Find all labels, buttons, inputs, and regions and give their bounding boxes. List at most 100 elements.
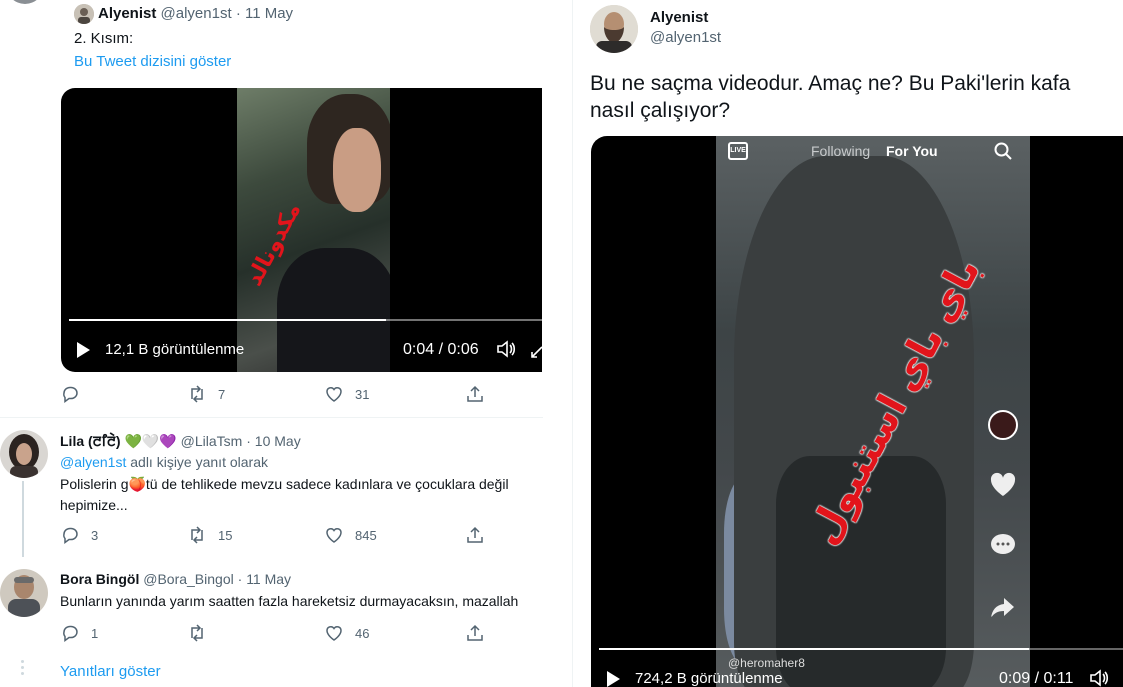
reply-icon xyxy=(63,527,78,544)
video-subject-face xyxy=(333,128,381,212)
timeline-column: Alyenist @alyen1st · 11 May 2. Kısım: Bu… xyxy=(0,0,543,687)
author-handle[interactable]: @Bora_Bingol xyxy=(143,571,234,587)
comment-icon xyxy=(991,534,1015,554)
video-frame: مكدونالد xyxy=(237,88,390,372)
reply-count: 3 xyxy=(91,527,99,543)
share-arrow-icon xyxy=(991,598,1014,618)
retweet-button[interactable] xyxy=(188,624,218,642)
retweet-icon xyxy=(191,526,203,544)
video-progress-fill xyxy=(69,319,386,321)
reply-header: Lila (ꯂꯤꯂꯥ) 💚🤍💜 @LilaTsm · 10 May xyxy=(60,432,301,451)
reply-header: Bora Bingöl @Bora_Bingol · 11 May xyxy=(60,571,291,587)
avatar[interactable] xyxy=(74,4,94,24)
tweet-text-line: Bunların yanında yarım saatten fazla har… xyxy=(60,593,519,609)
view-count: 724,2 B görüntülenme xyxy=(635,670,783,687)
author-handle[interactable]: @alyen1st xyxy=(161,5,232,22)
video-player[interactable]: مكدونالد 12,1 B görüntülenme 0:04 / 0:06 xyxy=(61,88,542,372)
show-thread-link[interactable]: Bu Tweet dizisini göster xyxy=(74,53,231,70)
reply-button[interactable] xyxy=(61,385,91,403)
replying-to: @alyen1st adlı kişiye yanıt olarak xyxy=(60,452,268,473)
mention-link[interactable]: @alyen1st xyxy=(60,454,126,470)
replying-to-label: adlı kişiye yanıt olarak xyxy=(130,454,268,470)
tiktok-top-bar: LIVE Following For You xyxy=(716,136,1030,170)
heart-icon xyxy=(990,472,1016,496)
tweet[interactable]: Alyenist @alyen1st · 11 May 2. Kısım: Bu… xyxy=(0,0,543,418)
video-time: 0:09 / 0:11 xyxy=(999,670,1074,687)
tweet-text-line: Polislerin g🍑tü de tehlikede mevzu sadec… xyxy=(60,476,509,492)
video-player[interactable]: باي باي استنبول LIVE Following For You @… xyxy=(591,136,1123,687)
separator-dot: · xyxy=(246,433,251,449)
avatar[interactable] xyxy=(0,430,48,478)
share-button[interactable] xyxy=(466,624,484,642)
retweet-icon xyxy=(191,385,203,403)
play-icon[interactable] xyxy=(77,342,90,358)
heart-icon xyxy=(326,528,342,543)
video-frame: باي باي استنبول LIVE Following For You @… xyxy=(716,136,1030,687)
video-subject-jacket xyxy=(277,248,390,372)
retweet-button[interactable]: 15 xyxy=(188,526,232,544)
share-icon xyxy=(467,624,483,641)
tweet-actions: 1 46 xyxy=(61,624,531,644)
heart-icon xyxy=(326,626,342,641)
avatar[interactable] xyxy=(0,569,48,617)
view-count: 12,1 B görüntülenme xyxy=(105,341,245,358)
author-name[interactable]: Bora Bingöl xyxy=(60,571,139,587)
author-name[interactable]: Alyenist xyxy=(98,5,156,22)
author-name[interactable]: Lila (ꯂꯤꯂꯥ) xyxy=(60,433,121,449)
tiktok-profile-avatar xyxy=(988,410,1018,440)
author-handle[interactable]: @alyen1st xyxy=(650,29,721,46)
like-count: 845 xyxy=(355,527,377,543)
reply-button[interactable]: 3 xyxy=(61,526,98,544)
tweet-text-line: hepimize... xyxy=(60,497,128,513)
tiktok-following-label: Following xyxy=(811,143,871,159)
like-button[interactable]: 31 xyxy=(325,385,369,403)
author-name[interactable]: Alyenist xyxy=(650,9,708,26)
share-icon xyxy=(467,526,483,543)
retweet-count: 15 xyxy=(218,527,233,543)
video-progress-bar[interactable] xyxy=(599,648,1123,650)
reply-icon xyxy=(63,625,78,642)
live-icon: LIVE xyxy=(728,142,748,160)
avatar[interactable] xyxy=(590,5,638,53)
reply-tweet[interactable]: Lila (ꯂꯤꯂꯥ) 💚🤍💜 @LilaTsm · 10 May @alyen… xyxy=(0,417,543,557)
tiktok-handle: @heromaher8 xyxy=(728,656,805,670)
tweet-date[interactable]: 11 May xyxy=(245,5,293,22)
separator-dot: · xyxy=(237,571,243,587)
author-handle[interactable]: @LilaTsm xyxy=(181,433,243,449)
tweet-actions: 3 15 845 xyxy=(61,526,531,546)
separator-dot: · xyxy=(235,5,241,22)
video-time: 0:04 / 0:06 xyxy=(403,341,479,358)
tweet-date[interactable]: 10 May xyxy=(255,433,301,449)
reply-icon xyxy=(63,386,78,403)
tweet-detail: Alyenist @alyen1st Bu ne saçma videodur.… xyxy=(573,0,1123,687)
volume-icon[interactable] xyxy=(496,340,516,358)
reply-tweet[interactable]: Bora Bingöl @Bora_Bingol · 11 May Bunlar… xyxy=(0,557,543,657)
retweet-button[interactable]: 7 xyxy=(188,385,225,403)
thread-connector xyxy=(22,481,24,557)
like-button[interactable]: 46 xyxy=(325,624,369,642)
share-icon xyxy=(467,385,483,402)
tweet-header: Alyenist @alyen1st · 11 May xyxy=(98,5,293,22)
share-button[interactable] xyxy=(466,385,484,403)
share-button[interactable] xyxy=(466,526,484,544)
tweet-text: Bu ne saçma videodur. Amaç ne? Bu Paki'l… xyxy=(590,72,1071,122)
volume-icon[interactable] xyxy=(1089,669,1109,687)
retweet-icon xyxy=(191,624,203,642)
video-progress-bar[interactable] xyxy=(69,319,542,321)
heart-icon xyxy=(326,387,342,402)
author-emojis: 💚🤍💜 xyxy=(124,433,177,449)
show-replies-link[interactable]: Yanıtları göster xyxy=(60,663,161,680)
tiktok-foryou-label: For You xyxy=(886,143,938,159)
reply-button[interactable]: 1 xyxy=(61,624,98,642)
search-icon xyxy=(994,142,1012,160)
tweet-text: 2. Kısım: xyxy=(74,30,134,47)
retweet-count: 7 xyxy=(218,386,226,402)
like-count: 31 xyxy=(355,386,370,402)
play-icon[interactable] xyxy=(607,671,620,687)
reply-count: 1 xyxy=(91,625,99,641)
thread-dots xyxy=(21,660,24,678)
like-button[interactable]: 845 xyxy=(325,526,377,544)
expand-icon[interactable] xyxy=(531,346,542,358)
tweet-actions: 7 31 xyxy=(61,385,531,405)
tweet-date[interactable]: 11 May xyxy=(246,571,291,587)
